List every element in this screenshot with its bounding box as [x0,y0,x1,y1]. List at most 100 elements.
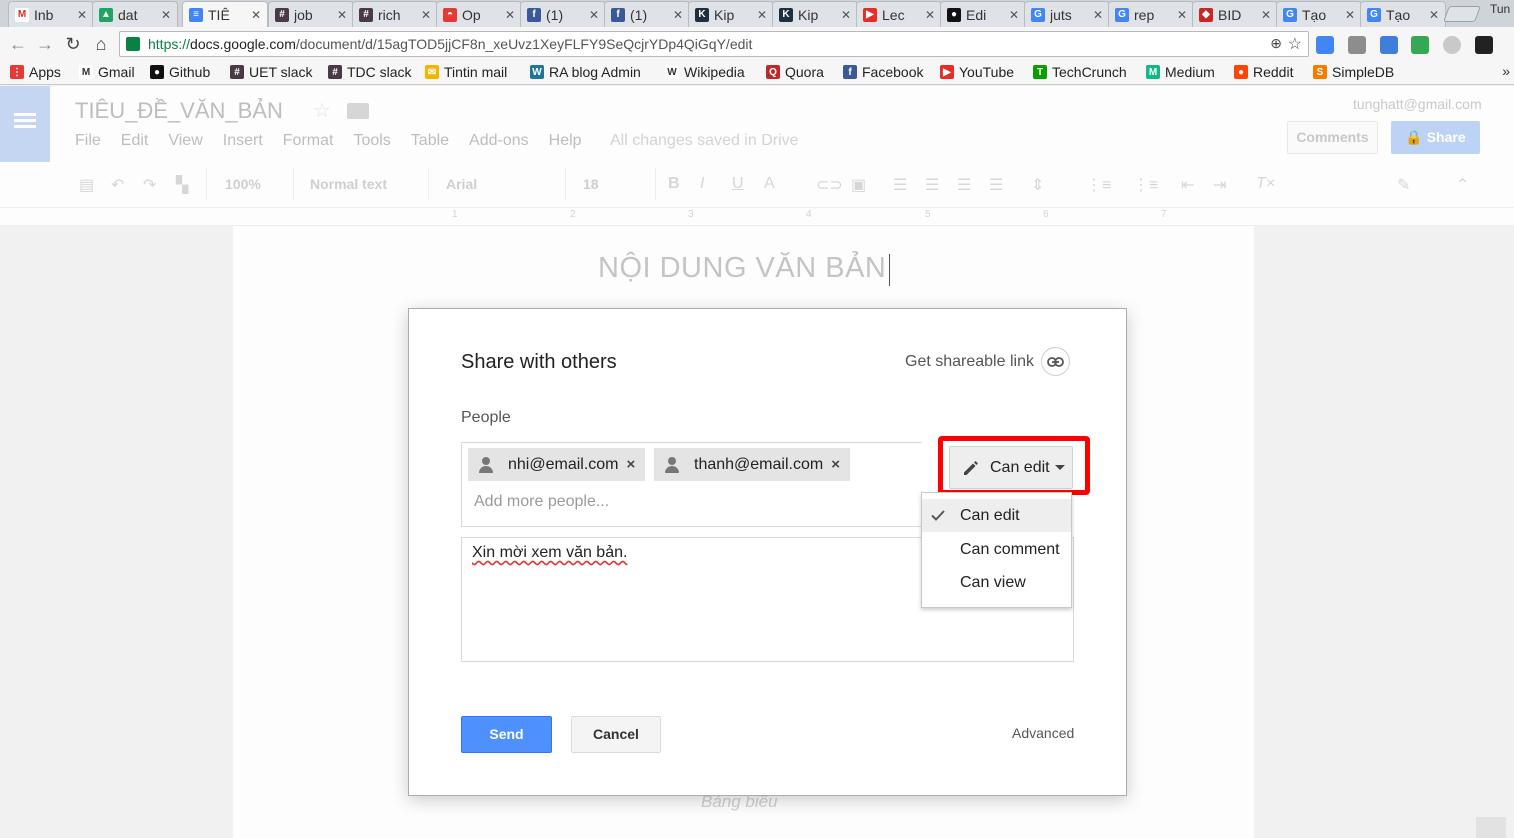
menu-item-can-view[interactable]: Can view [922,566,1071,599]
decrease-indent-icon[interactable]: ⇤ [1181,175,1194,195]
message-text[interactable]: Xin mời xem văn bản. [472,544,627,562]
browser-tab[interactable]: ▲ dat ✕ [92,1,178,27]
bookmark-medium[interactable]: M Medium [1146,64,1215,80]
extension-icon[interactable] [1411,36,1429,54]
menu-insert[interactable]: Insert [223,132,263,150]
permission-dropdown-button[interactable]: Can edit [949,446,1073,489]
browser-tab[interactable]: ◆ BID ✕ [1192,1,1278,27]
home-icon[interactable]: ⌂ [90,33,112,55]
bookmark-gmail[interactable]: M Gmail [79,64,135,80]
print-icon[interactable]: ▤ [79,175,94,195]
back-icon[interactable]: ← [7,33,29,55]
bulleted-list-icon[interactable]: ⋮≡ [1133,175,1158,195]
browser-tab[interactable]: G Tạo ✕ [1360,1,1446,27]
recipient-chip[interactable]: nhi@email.com × [468,448,646,481]
close-tab-icon[interactable]: ✕ [589,8,599,22]
close-tab-icon[interactable]: ✕ [1177,8,1187,22]
browser-tab[interactable]: ◓ Op ✕ [436,1,522,27]
browser-tab[interactable]: ▶ Lec ✕ [856,1,942,27]
zoom-icon[interactable]: ⊕ [1270,35,1282,52]
new-tab-button[interactable] [1443,6,1481,22]
remove-recipient-icon[interactable]: × [831,456,840,473]
forward-icon[interactable]: → [34,33,56,55]
browser-tab[interactable]: Grep ✕ [1108,1,1194,27]
browser-tab[interactable]: # job ✕ [268,1,354,27]
bookmark-apps[interactable]: ⋮ Apps [10,64,61,80]
extension-icon[interactable] [1348,36,1366,54]
zoom-select[interactable]: 100% [225,176,261,192]
menu-table[interactable]: Table [411,132,449,150]
menu-file[interactable]: File [75,132,101,150]
browser-tab[interactable]: ● Edi ✕ [940,1,1026,27]
font-size-select[interactable]: 18 [583,176,599,192]
increase-indent-icon[interactable]: ⇥ [1213,175,1226,195]
style-select[interactable]: Normal text [310,176,387,192]
close-tab-icon[interactable]: ✕ [251,8,261,22]
browser-tab[interactable]: Gjuts ✕ [1024,1,1110,27]
bookmark-quora[interactable]: Q Quora [766,64,824,80]
advanced-link[interactable]: Advanced [1012,725,1074,741]
comment-icon[interactable]: ▣ [851,175,866,195]
explore-button[interactable] [1476,817,1506,838]
browser-tab[interactable]: ≡ TIÊ ✕ [182,1,268,27]
folder-icon[interactable] [347,103,369,119]
menu-extension-icon[interactable] [1475,36,1493,54]
bookmark-reddit[interactable]: ● Reddit [1234,64,1293,80]
address-bar[interactable]: https://docs.google.com/document/d/15agT… [119,31,1309,57]
bold-icon[interactable]: B [668,175,680,193]
browser-tab[interactable]: f (1) ✕ [604,1,690,27]
menu-format[interactable]: Format [283,132,334,150]
share-button[interactable]: 🔒 Share [1391,121,1480,154]
bookmark-techcrunch[interactable]: T TechCrunch [1033,64,1127,80]
bookmark-tdc-slack[interactable]: # TDC slack [328,64,412,80]
browser-tab[interactable]: M Inb ✕ [8,1,94,27]
close-tab-icon[interactable]: ✕ [841,8,851,22]
menu-edit[interactable]: Edit [121,132,149,150]
text-color-icon[interactable]: A [764,175,775,193]
docs-home-icon[interactable] [0,86,50,162]
account-email[interactable]: tunghatt@gmail.com [1353,96,1482,112]
close-tab-icon[interactable]: ✕ [1429,8,1439,22]
comments-button[interactable]: Comments [1287,121,1378,154]
underline-icon[interactable]: U [732,175,744,193]
extension-icon[interactable] [1380,36,1398,54]
remove-recipient-icon[interactable]: × [627,456,636,473]
italic-icon[interactable]: I [700,175,704,193]
redo-icon[interactable]: ↷ [143,175,156,195]
editing-mode-pencil-icon[interactable]: ✎ [1397,175,1410,195]
collapse-chevron-icon[interactable]: ⌃ [1456,175,1469,195]
bookmark-github[interactable]: ● Github [150,64,210,80]
bookmark-simpledb[interactable]: S SimpleDB [1313,64,1394,80]
bookmarks-overflow-chevron[interactable]: » [1502,63,1510,79]
bookmark-youtube[interactable]: ▶ YouTube [940,64,1014,80]
profile-button[interactable]: Tun [1490,2,1510,16]
justify-icon[interactable]: ☰ [989,175,1003,195]
browser-tab[interactable]: K Kip ✕ [688,1,774,27]
menu-view[interactable]: View [168,132,202,150]
bookmark-facebook[interactable]: f Facebook [843,64,923,80]
browser-tab[interactable]: # rich ✕ [352,1,438,27]
close-tab-icon[interactable]: ✕ [1093,8,1103,22]
bookmark-ra-blog-admin[interactable]: W RA blog Admin [530,64,641,80]
bookmark-uet-slack[interactable]: # UET slack [230,64,313,80]
recipient-chip[interactable]: thanh@email.com × [654,448,850,481]
bookmark-star-icon[interactable]: ☆ [1288,34,1302,54]
document-heading[interactable]: NỘI DUNG VĂN BẢN [598,252,886,285]
link-icon[interactable] [1041,347,1070,376]
menu-help[interactable]: Help [549,132,582,150]
translate-extension-icon[interactable] [1316,36,1334,54]
bookmark-tintin-mail[interactable]: ✉ Tintin mail [425,64,507,80]
close-tab-icon[interactable]: ✕ [1345,8,1355,22]
align-left-icon[interactable]: ☰ [893,175,907,195]
extension-icon[interactable] [1443,36,1461,54]
undo-icon[interactable]: ↶ [111,175,124,195]
close-tab-icon[interactable]: ✕ [925,8,935,22]
numbered-list-icon[interactable]: ⋮≡ [1086,175,1111,195]
people-input-box[interactable]: nhi@email.com × thanh@email.com × Add mo… [461,442,922,527]
close-tab-icon[interactable]: ✕ [757,8,767,22]
close-tab-icon[interactable]: ✕ [1261,8,1271,22]
close-tab-icon[interactable]: ✕ [673,8,683,22]
url-text[interactable]: https://docs.google.com/document/d/15agT… [148,36,752,52]
ruler[interactable] [0,208,1514,226]
align-right-icon[interactable]: ☰ [957,175,971,195]
